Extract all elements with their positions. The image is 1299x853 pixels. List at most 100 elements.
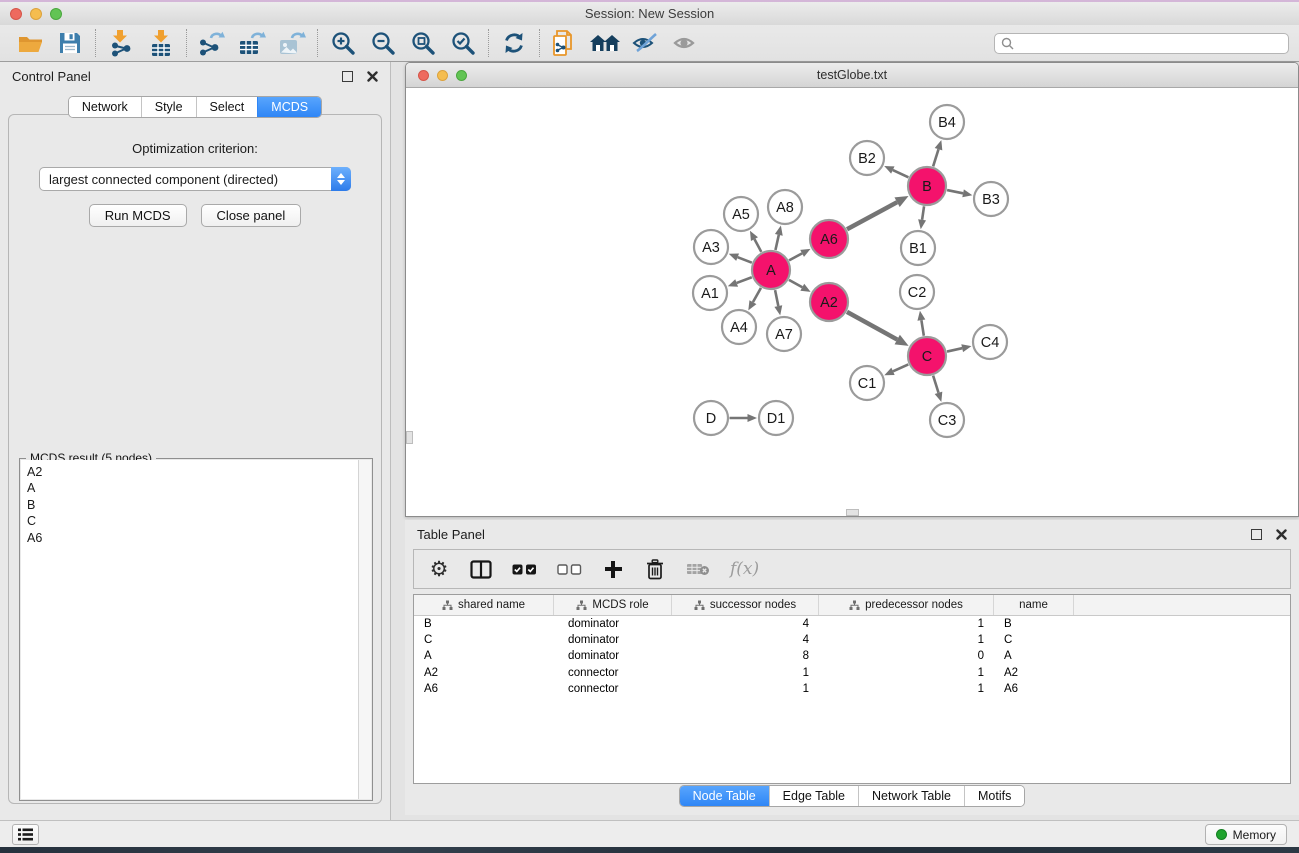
tab-motifs[interactable]: Motifs [964,786,1024,806]
search-field[interactable] [994,33,1289,54]
import-table-button[interactable] [141,27,181,59]
graph-edge[interactable] [947,348,962,351]
float-panel-icon[interactable] [1251,529,1262,540]
close-panel-icon[interactable] [1276,529,1287,540]
graph-edge[interactable] [947,190,963,193]
zoom-selected-button[interactable] [443,27,483,59]
home-button[interactable] [585,27,625,59]
open-session-button[interactable] [10,27,50,59]
hide-view-button[interactable] [625,27,665,59]
graph-edge[interactable] [922,206,924,220]
splitter-grip[interactable] [846,509,859,516]
tab-mcds[interactable]: MCDS [257,97,321,117]
mcds-result-item[interactable]: A2 [27,464,371,480]
mcds-result-item[interactable]: A [27,480,371,496]
refresh-button[interactable] [494,27,534,59]
mcds-result-item[interactable]: A6 [27,530,371,546]
table-row[interactable]: Cdominator41C [414,632,1290,648]
export-table-button[interactable] [232,27,272,59]
tab-style[interactable]: Style [141,97,196,117]
graph-edge[interactable] [933,376,938,393]
run-mcds-button[interactable]: Run MCDS [89,204,187,227]
graph-edge[interactable] [775,235,778,250]
table-settings-button[interactable]: ⚙ [428,556,450,582]
mcds-result-item[interactable]: C [27,513,371,529]
zoom-fit-button[interactable] [403,27,443,59]
zoom-out-icon [370,30,396,56]
create-column-button[interactable] [602,556,624,582]
graph-edge[interactable] [933,149,938,166]
deselect-all-columns-button[interactable] [557,556,582,582]
close-panel-icon[interactable] [367,71,378,82]
graph-edge[interactable] [738,257,752,262]
table-row[interactable]: A6connector11A6 [414,681,1290,697]
split-view-button[interactable] [470,556,492,582]
column-header[interactable]: successor nodes [672,595,819,615]
graph-node-label: A [766,263,776,279]
select-all-columns-button[interactable] [512,556,537,582]
graph-node-label: B1 [909,241,927,257]
table-row[interactable]: Bdominator41B [414,616,1290,632]
graph-edge[interactable] [847,202,897,229]
network-window-titlebar[interactable]: testGlobe.txt [406,63,1298,88]
table-cell: dominator [554,650,672,662]
table-cell: 1 [672,683,819,695]
graph-edge[interactable] [789,280,802,287]
show-panels-button[interactable] [12,824,39,845]
scrollbar-track[interactable] [358,460,371,799]
column-header[interactable]: shared name [414,595,554,615]
graph-edge[interactable] [753,288,761,302]
memory-button[interactable]: Memory [1205,824,1287,845]
tab-network[interactable]: Network [69,97,141,117]
splitter-grip[interactable] [406,431,413,444]
graph-edge[interactable] [789,253,802,260]
graph-edge[interactable] [775,290,778,306]
zoom-in-button[interactable] [323,27,363,59]
column-header[interactable]: predecessor nodes [819,595,994,615]
network-graph: B4B2BB3A5A8A6B1A3AA1C2A2A4A7CC4C1C3DD1 [406,89,1298,517]
table-row[interactable]: A2connector11A2 [414,665,1290,681]
graph-edge[interactable] [737,277,752,283]
save-session-button[interactable] [50,27,90,59]
graph-node-label: A4 [730,320,748,336]
network-document-button[interactable] [545,27,585,59]
table-cell: A2 [414,667,554,679]
table-panel-title: Table Panel [417,527,485,542]
table-cell: 1 [819,618,994,630]
graph-node-label: A8 [776,200,794,216]
column-header-filler [1074,595,1290,615]
export-image-button[interactable] [272,27,312,59]
delete-table-button[interactable] [686,556,710,582]
graph-edge[interactable] [754,239,761,252]
eye-icon [671,31,699,55]
tab-network-table[interactable]: Network Table [858,786,964,806]
float-panel-icon[interactable] [342,71,353,82]
open-folder-icon [17,31,44,55]
hierarchy-icon [849,600,860,611]
export-network-button[interactable] [192,27,232,59]
graph-edge[interactable] [847,312,897,340]
graph-node-label: D1 [767,411,786,427]
search-input[interactable] [1019,36,1282,50]
column-header[interactable]: MCDS role [554,595,672,615]
graph-edge[interactable] [921,320,923,336]
show-view-button[interactable] [665,27,705,59]
zoom-selected-icon [450,30,476,56]
delete-columns-button[interactable] [644,556,666,582]
import-network-button[interactable] [101,27,141,59]
mcds-result-item[interactable]: B [27,497,371,513]
tab-edge-table[interactable]: Edge Table [769,786,858,806]
optimization-criterion-dropdown[interactable]: largest connected component (directed) [39,167,351,191]
tab-node-table[interactable]: Node Table [680,786,769,806]
network-canvas[interactable]: B4B2BB3A5A8A6B1A3AA1C2A2A4A7CC4C1C3DD1 [406,89,1298,516]
table-row[interactable]: Adominator80A [414,648,1290,664]
close-panel-button[interactable]: Close panel [201,204,302,227]
dropdown-stepper-icon [331,167,351,191]
column-header[interactable]: name [994,595,1074,615]
tab-select[interactable]: Select [196,97,258,117]
function-builder-button[interactable]: f(x) [730,556,759,582]
graph-edge-arrowhead [774,305,782,315]
graph-edge[interactable] [893,170,909,177]
zoom-out-button[interactable] [363,27,403,59]
graph-edge[interactable] [893,364,908,371]
